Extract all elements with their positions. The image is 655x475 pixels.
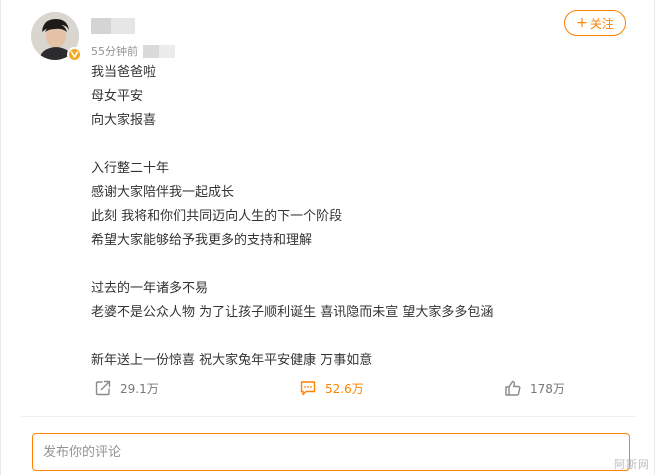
- post-line: 新年送上一份惊喜 祝大家兔年平安健康 万事如意: [91, 353, 373, 368]
- follow-button-label: 关注: [589, 16, 614, 31]
- comment-input[interactable]: [43, 444, 619, 460]
- divider: [21, 416, 636, 417]
- follow-button[interactable]: + 关注: [564, 10, 626, 36]
- watermark: 阿斯网: [614, 458, 650, 471]
- repost-button[interactable]: 29.1万: [94, 379, 159, 397]
- post-meta: 55分钟前: [91, 43, 175, 59]
- post-line: 入行整二十年: [91, 161, 170, 176]
- post-content: 我当爸爸啦 母女平安 向大家报喜 入行整二十年 感谢大家陪伴我一起成长 此刻 我…: [91, 61, 611, 373]
- comment-icon: [300, 381, 316, 396]
- author-avatar[interactable]: [31, 12, 82, 62]
- share-icon: [95, 380, 111, 396]
- post-source-blurred: [143, 44, 175, 58]
- post-line: 我当爸爸啦: [91, 65, 157, 80]
- comment-count: 52.6万: [325, 381, 364, 396]
- comment-input-box[interactable]: [32, 433, 630, 471]
- post-line: 此刻 我将和你们共同迈向人生的下一个阶段: [91, 209, 343, 224]
- post-line: 老婆不是公众人物 为了让孩子顺利诞生 喜讯隐而未宣 望大家多多包涵: [91, 305, 494, 320]
- post-line: 母女平安: [91, 89, 144, 104]
- like-count: 178万: [530, 381, 565, 396]
- post-line: 过去的一年诸多不易: [91, 281, 209, 296]
- author-name-blurred[interactable]: [91, 18, 135, 34]
- post-action-bar: 29.1万 52.6万 178万: [1, 379, 655, 407]
- verified-badge-icon: [67, 47, 82, 62]
- post-line: 希望大家能够给予我更多的支持和理解: [91, 233, 313, 248]
- post-line: 感谢大家陪伴我一起成长: [91, 185, 235, 200]
- post-time[interactable]: 55分钟前: [91, 43, 138, 59]
- weibo-post-card: 55分钟前 + 关注 我当爸爸啦 母女平安 向大家报喜 入行整二十年 感谢大家陪…: [0, 0, 655, 475]
- repost-count: 29.1万: [120, 381, 159, 396]
- plus-icon: +: [576, 15, 588, 31]
- comment-button[interactable]: 52.6万: [299, 379, 364, 397]
- like-button[interactable]: 178万: [504, 379, 565, 397]
- post-line: 向大家报喜: [91, 113, 157, 128]
- thumbs-up-icon: [505, 380, 521, 396]
